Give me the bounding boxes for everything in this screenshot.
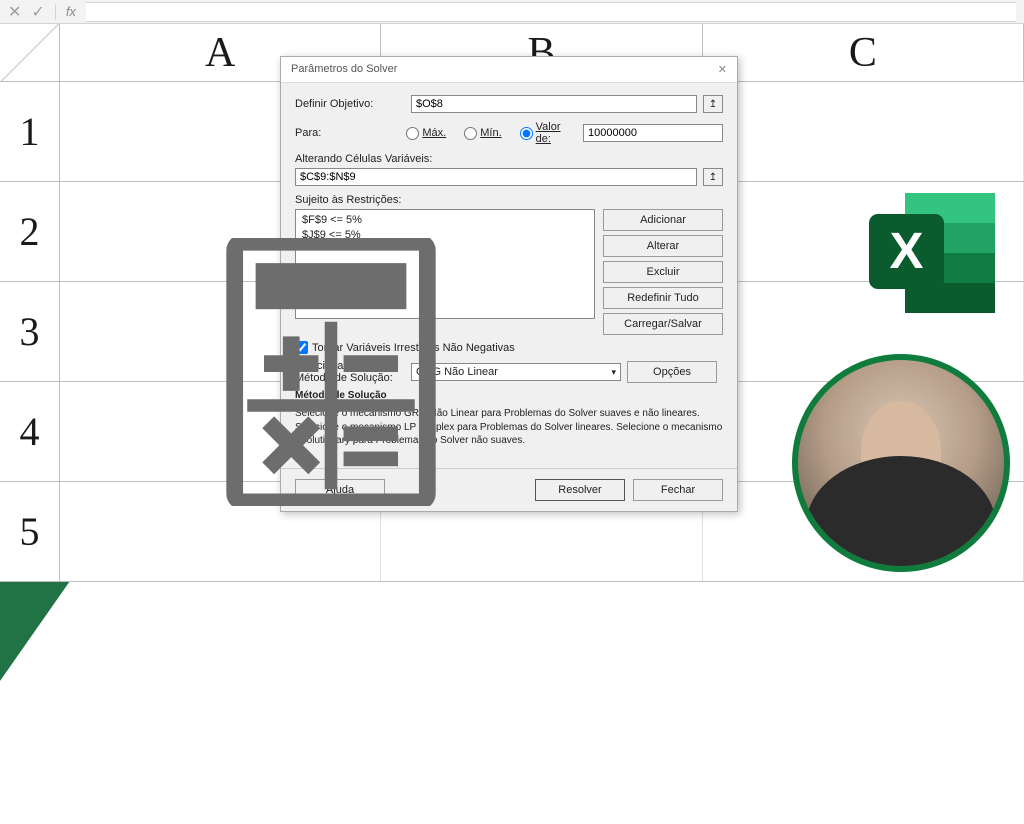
objective-label: Definir Objetivo: <box>295 98 405 110</box>
formula-input[interactable] <box>86 2 1016 22</box>
radio-value-of[interactable]: Valor de: <box>520 121 565 145</box>
constraint-item[interactable]: $F$9 <= 5% <box>302 213 588 228</box>
row-header-3[interactable]: 3 <box>0 282 60 381</box>
reset-all-button[interactable]: Redefinir Tudo <box>603 287 723 309</box>
row-header-1[interactable]: 1 <box>0 82 60 181</box>
formula-confirm-icon[interactable]: ✓ <box>31 2 44 22</box>
formula-bar: ✕ ✓ fx <box>0 0 1024 24</box>
value-of-input[interactable] <box>583 124 723 142</box>
changing-ref-picker[interactable]: ↥ <box>703 168 723 186</box>
cell[interactable] <box>703 82 1024 181</box>
radio-min[interactable]: Mín. <box>464 127 501 140</box>
excel-logo-icon: X <box>860 178 1010 328</box>
dialog-title-text: Parâmetros do Solver <box>291 63 397 76</box>
formula-cancel-icon[interactable]: ✕ <box>8 2 21 22</box>
load-save-button[interactable]: Carregar/Salvar <box>603 313 723 335</box>
changing-cells-label: Alterando Células Variáveis: <box>295 153 723 165</box>
calculator-icon <box>226 238 436 506</box>
select-all-corner[interactable] <box>0 24 60 81</box>
change-constraint-button[interactable]: Alterar <box>603 235 723 257</box>
fx-icon[interactable]: fx <box>66 4 76 19</box>
radio-max[interactable]: Máx. <box>406 127 446 140</box>
column-header-c[interactable]: C <box>703 24 1024 81</box>
changing-cells-input[interactable] <box>295 168 697 186</box>
para-label: Para: <box>295 127 400 139</box>
solve-button[interactable]: Resolver <box>535 479 625 501</box>
objective-ref-picker[interactable]: ↥ <box>703 95 723 113</box>
row-header-5[interactable]: 5 <box>0 482 60 581</box>
dialog-titlebar: Parâmetros do Solver ✕ <box>281 57 737 83</box>
svg-text:X: X <box>889 222 923 279</box>
delete-constraint-button[interactable]: Excluir <box>603 261 723 283</box>
objective-cell-input[interactable] <box>411 95 697 113</box>
row-header-4[interactable]: 4 <box>0 382 60 481</box>
constraints-label: Sujeito às Restrições: <box>295 194 723 206</box>
presenter-avatar <box>792 354 1010 572</box>
add-constraint-button[interactable]: Adicionar <box>603 209 723 231</box>
close-button[interactable]: Fechar <box>633 479 723 501</box>
dialog-close-button[interactable]: ✕ <box>718 63 727 76</box>
row-header-2[interactable]: 2 <box>0 182 60 281</box>
solving-method-select[interactable]: GRG Não Linear ▾ <box>411 363 621 381</box>
chevron-down-icon: ▾ <box>611 367 616 378</box>
options-button[interactable]: Opções <box>627 361 717 383</box>
